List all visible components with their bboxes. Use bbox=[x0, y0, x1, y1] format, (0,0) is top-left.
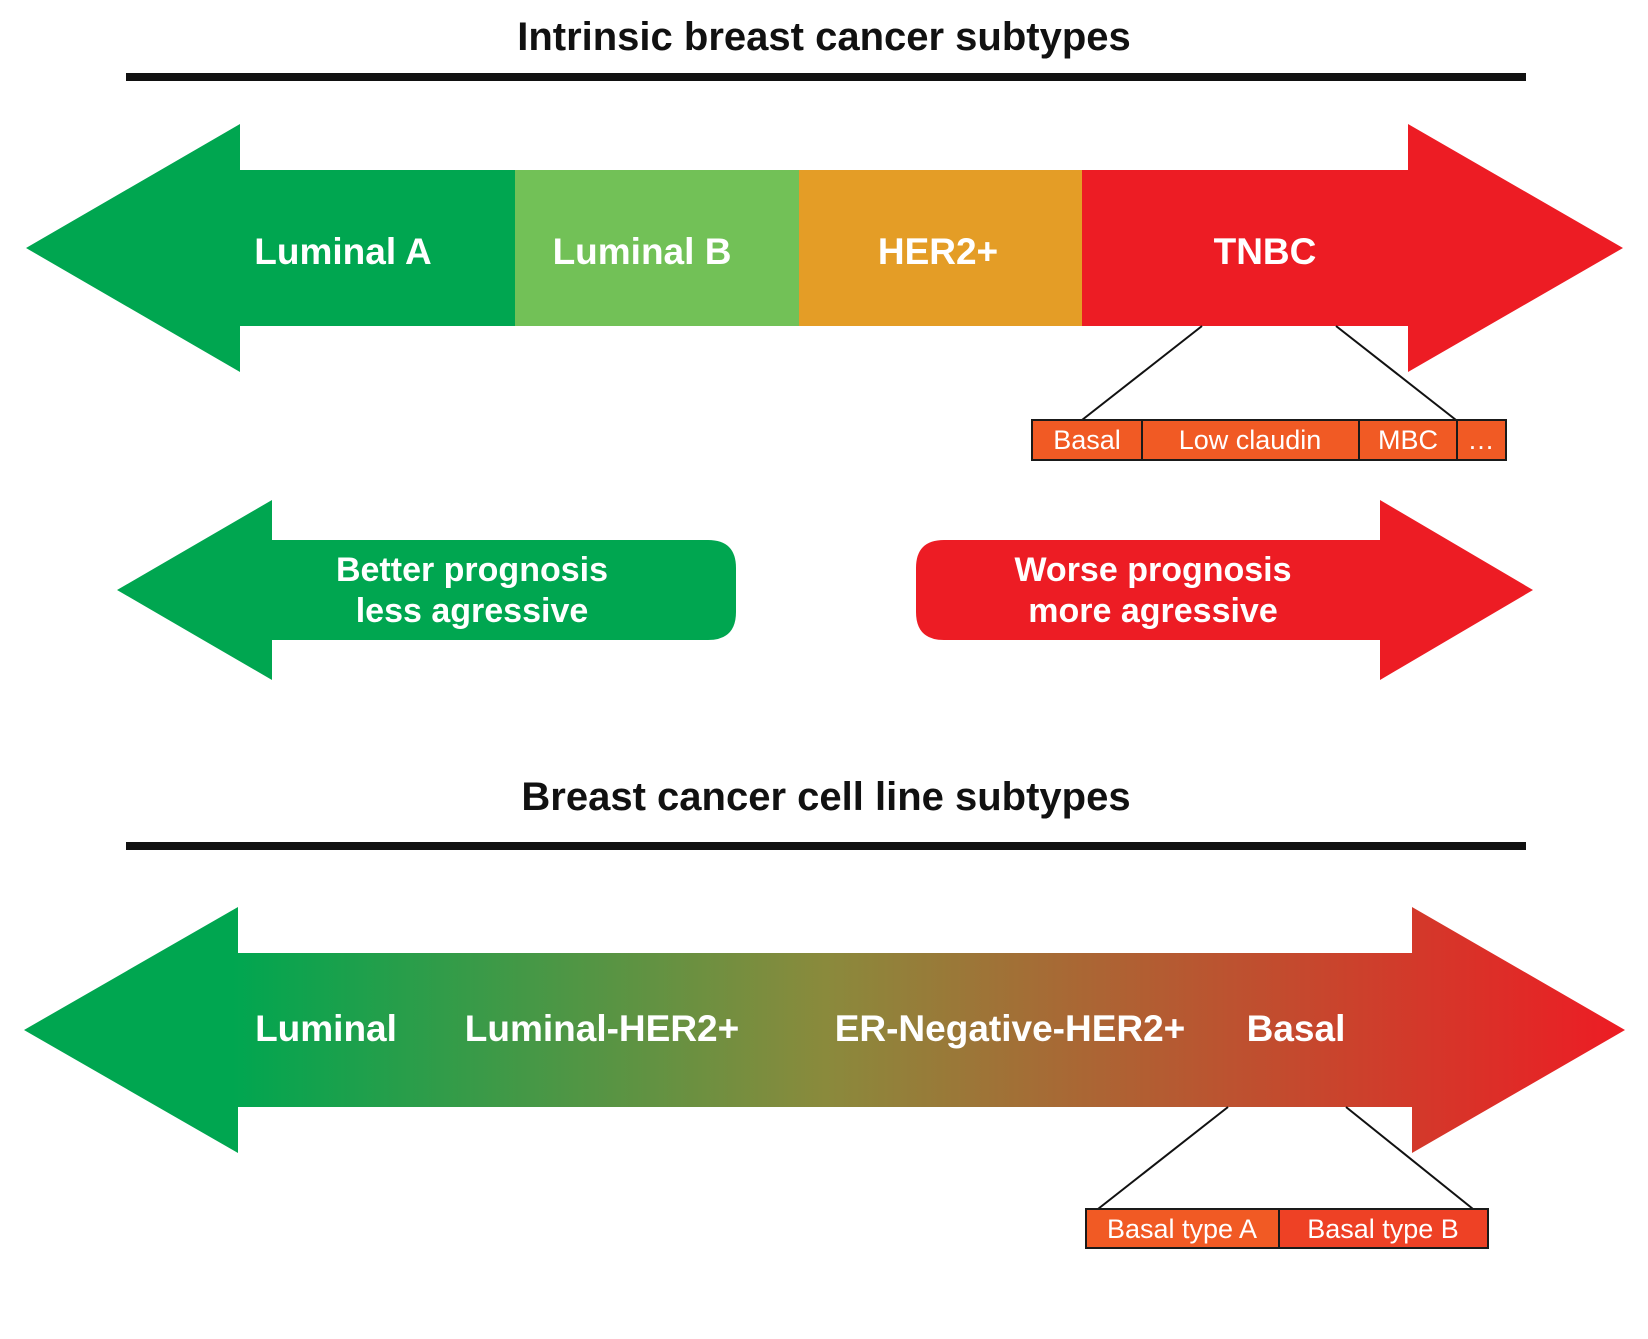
cell-line-label-er-negative-her2: ER-Negative-HER2+ bbox=[835, 1008, 1186, 1049]
band-label-luminal-b: Luminal B bbox=[553, 231, 732, 272]
section-divider-bottom bbox=[126, 842, 1526, 850]
better-prognosis-line1: Better prognosis bbox=[336, 551, 608, 589]
cell-line-label-luminal-her2: Luminal-HER2+ bbox=[465, 1008, 739, 1049]
subtype-label-mbc: MBC bbox=[1378, 425, 1438, 455]
basal-subtype-boxes: Basal type A Basal type B bbox=[1085, 1208, 1489, 1249]
subtype-label-basal: Basal bbox=[1053, 425, 1121, 455]
worse-prognosis-line2: more agressive bbox=[1028, 592, 1278, 630]
tnbc-zoom-line-left bbox=[1081, 325, 1203, 421]
worse-prognosis-arrow bbox=[916, 500, 1533, 680]
subtype-diagram: Intrinsic breast cancer subtypes Luminal… bbox=[24, 15, 1625, 1249]
subtype-label-more: … bbox=[1468, 425, 1495, 455]
cell-line-label-basal: Basal bbox=[1247, 1008, 1346, 1049]
band-label-luminal-a: Luminal A bbox=[254, 231, 431, 272]
subtype-label-basal-type-b: Basal type B bbox=[1307, 1214, 1459, 1244]
worse-prognosis-line1: Worse prognosis bbox=[1014, 551, 1291, 589]
section-title-cell-line: Breast cancer cell line subtypes bbox=[521, 775, 1130, 819]
better-prognosis-line2: less agressive bbox=[356, 592, 589, 630]
intrinsic-subtype-arrow bbox=[26, 124, 1623, 372]
cell-line-label-luminal: Luminal bbox=[255, 1008, 397, 1049]
band-tnbc bbox=[1082, 124, 1623, 372]
section-divider-top bbox=[126, 73, 1526, 81]
subtype-label-basal-type-a: Basal type A bbox=[1107, 1214, 1257, 1244]
band-label-her2: HER2+ bbox=[878, 231, 998, 272]
band-label-tnbc: TNBC bbox=[1214, 231, 1317, 272]
tnbc-subtype-boxes: Basal Low claudin MBC … bbox=[1031, 419, 1507, 461]
better-prognosis-arrow bbox=[117, 500, 736, 680]
subtype-label-low-claudin: Low claudin bbox=[1179, 425, 1322, 455]
basal-zoom-line-left bbox=[1097, 1106, 1229, 1210]
section-title-intrinsic: Intrinsic breast cancer subtypes bbox=[517, 15, 1131, 59]
